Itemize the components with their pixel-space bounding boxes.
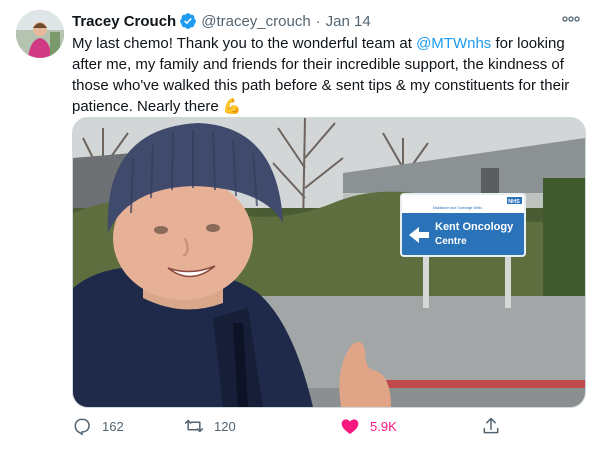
retweet-icon: [184, 419, 204, 433]
avatar-image: [16, 10, 64, 58]
tweet-header: Tracey Crouch @tracey_crouch · Jan 14: [72, 10, 371, 32]
photo: NHS Maidstone and Tunbridge Wells Kent O…: [73, 118, 585, 407]
author-name[interactable]: Tracey Crouch: [72, 13, 176, 30]
verified-badge-icon: [180, 13, 197, 29]
mention-link[interactable]: @MTWnhs: [416, 35, 491, 52]
reply-count: 162: [102, 418, 124, 434]
share-button[interactable]: [481, 414, 511, 438]
share-icon: [483, 417, 499, 434]
separator-dot: ·: [315, 12, 321, 30]
sign-header: Maidstone and Tunbridge Wells: [433, 206, 482, 210]
tweet-actions: 162 120 5.9K: [72, 414, 502, 438]
retweet-count: 120: [214, 418, 236, 434]
tweet-media[interactable]: NHS Maidstone and Tunbridge Wells Kent O…: [72, 117, 586, 408]
tweet-text-part1: My last chemo! Thank you to the wonderfu…: [72, 35, 417, 52]
author-handle[interactable]: @tracey_crouch: [201, 13, 310, 30]
kent-oncology-sign: NHS Maidstone and Tunbridge Wells Kent O…: [400, 193, 526, 257]
like-button[interactable]: 5.9K: [340, 414, 397, 438]
avatar[interactable]: [16, 10, 64, 58]
reply-button[interactable]: 162: [72, 414, 124, 438]
sign-nhs: NHS: [508, 199, 520, 205]
flexed-biceps-emoji: 💪: [222, 98, 242, 115]
sign-line1: Kent Oncology: [435, 221, 514, 233]
reply-icon: [74, 418, 90, 436]
sign-line2: Centre: [435, 236, 467, 247]
tweet-text: My last chemo! Thank you to the wonderfu…: [72, 33, 592, 117]
more-icon[interactable]: [562, 10, 580, 28]
tweet-date[interactable]: Jan 14: [326, 13, 371, 30]
like-count: 5.9K: [370, 418, 397, 434]
retweet-button[interactable]: 120: [184, 414, 236, 438]
heart-icon: [341, 419, 359, 434]
